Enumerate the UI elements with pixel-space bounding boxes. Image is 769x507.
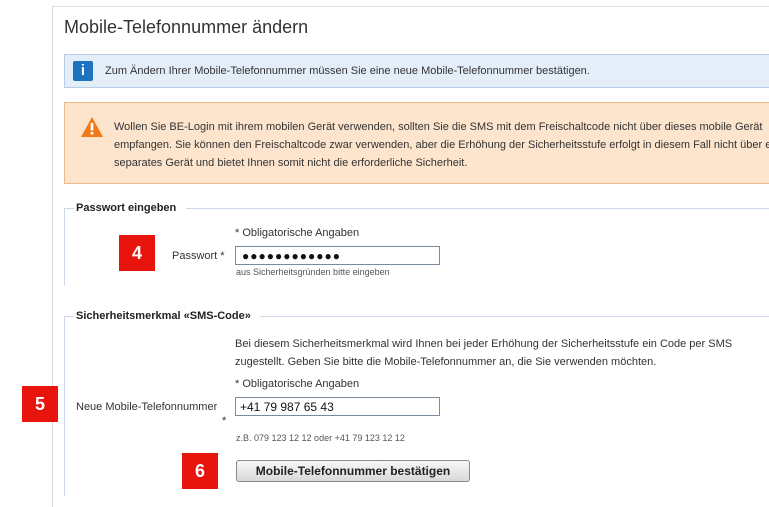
warning-box: Wollen Sie BE-Login mit ihrem mobilen Ge… [64, 102, 769, 184]
password-section-rule-left [64, 208, 74, 209]
step-badge-6: 6 [182, 453, 218, 489]
sms-section-rule-left [64, 316, 74, 317]
sms-description-line2: zugestellt. Geben Sie bitte die Mobile-T… [235, 356, 657, 368]
step-badge-4: 4 [119, 235, 155, 271]
password-masked-value: ●●●●●●●●●●●● [242, 249, 341, 263]
password-section-left-rule [64, 208, 65, 286]
info-icon: i [73, 61, 93, 81]
sms-description-line1: Bei diesem Sicherheitsmerkmal wird Ihnen… [235, 338, 733, 350]
warning-icon [81, 117, 103, 137]
phone-number-input[interactable] [235, 397, 440, 416]
warning-message: Wollen Sie BE-Login mit ihrem mobilen Ge… [114, 121, 769, 169]
password-field[interactable]: ●●●●●●●●●●●● [235, 246, 440, 265]
password-hint: aus Sicherheitsgründen bitte eingeben [236, 267, 390, 277]
step-badge-5: 5 [22, 386, 58, 422]
confirm-phone-button[interactable]: Mobile-Telefonnummer bestätigen [236, 460, 470, 482]
info-box: i Zum Ändern Ihrer Mobile-Telefonnummer … [64, 54, 769, 88]
password-section-rule [186, 208, 769, 209]
sms-section-left-rule [64, 316, 65, 496]
sms-required-note: * Obligatorische Angaben [235, 378, 360, 390]
info-message: Zum Ändern Ihrer Mobile-Telefonnummer mü… [105, 65, 590, 77]
sms-section-title: Sicherheitsmerkmal «SMS-Code» [76, 310, 251, 322]
phone-label: Neue Mobile-Telefonnummer [76, 401, 218, 413]
sms-section-rule [260, 316, 769, 317]
password-section-title: Passwort eingeben [76, 202, 177, 214]
phone-label-required-star: * [222, 415, 227, 427]
password-label: Passwort * [172, 250, 225, 262]
page-title: Mobile-Telefonnummer ändern [64, 17, 309, 37]
phone-example-hint: z.B. 079 123 12 12 oder +41 79 123 12 12 [236, 433, 405, 443]
password-required-note: * Obligatorische Angaben [235, 227, 360, 239]
